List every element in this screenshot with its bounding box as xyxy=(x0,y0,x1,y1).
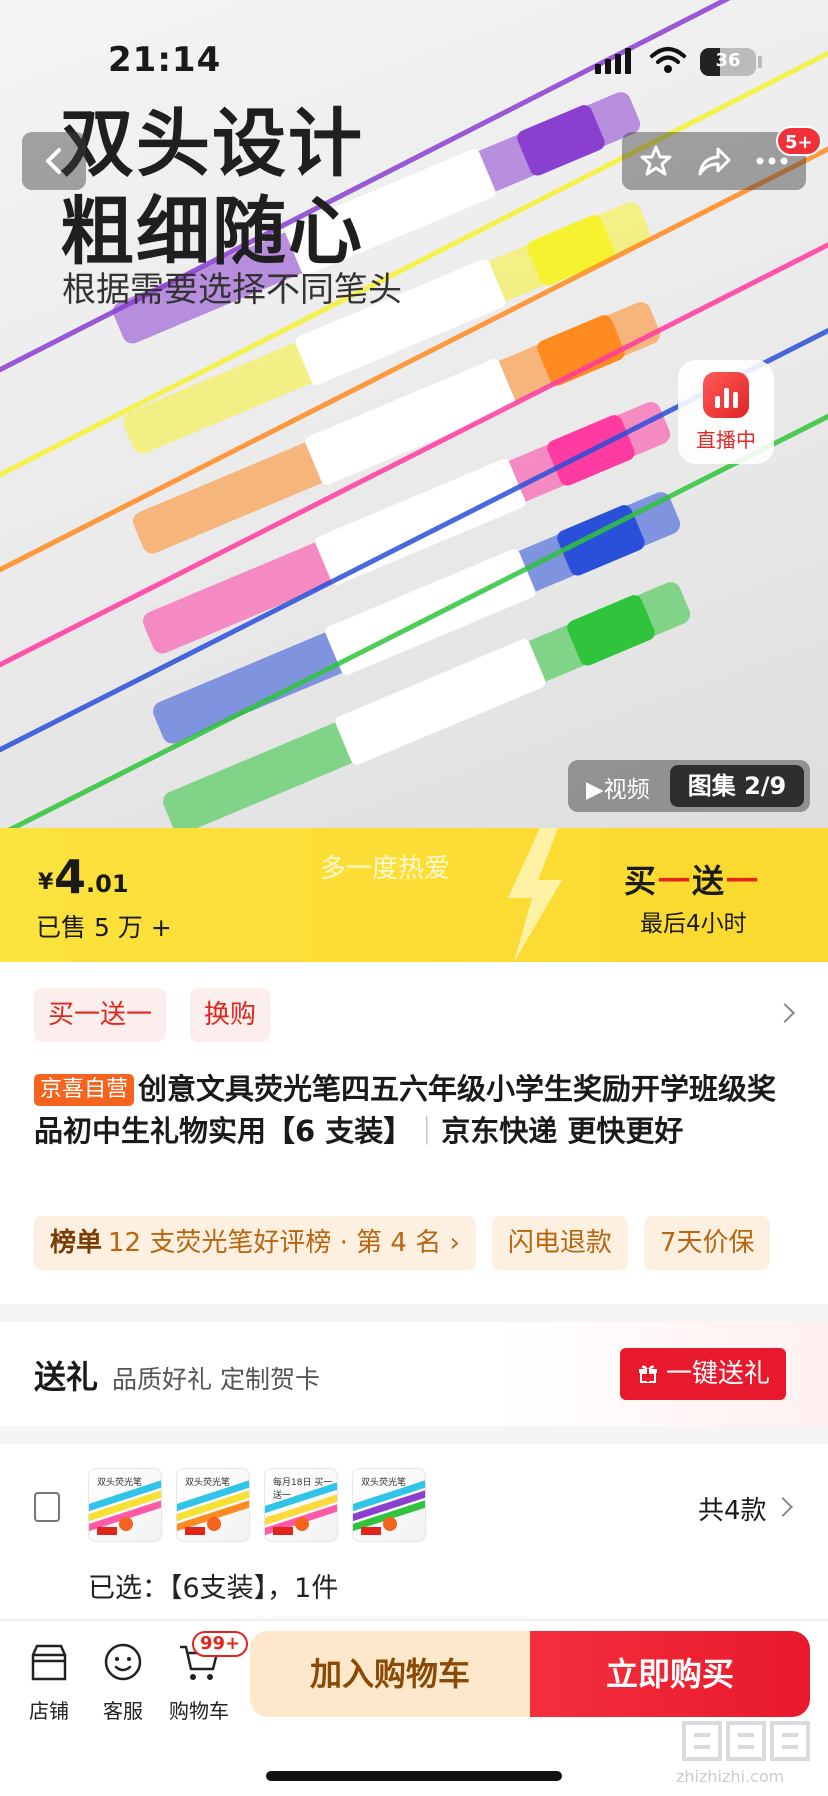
home-indicator xyxy=(266,1771,562,1781)
hero-subtitle: 根据需要选择不同笔头 xyxy=(62,270,402,310)
service-icon xyxy=(104,1643,142,1681)
gift-icon xyxy=(638,1365,657,1383)
variant-thumb[interactable]: 每月18日 买一送一 xyxy=(264,1468,338,1542)
tag-buy-one-get-one[interactable]: 买一送一 xyxy=(34,988,167,1042)
media-toggle: ▶视频 图集 2/9 xyxy=(568,760,810,812)
gift-section: 送礼 品质好礼 定制贺卡 一键送礼 xyxy=(0,1322,828,1426)
back-button[interactable] xyxy=(22,132,86,190)
chevron-left-icon xyxy=(46,148,61,174)
product-image-carousel[interactable]: 双头设计 粗细随心 根据需要选择不同笔头 21:14 36 5+ 直播中 ▶视频… xyxy=(0,0,828,828)
share-button[interactable] xyxy=(694,141,734,181)
product-title: 京喜自营 创意文具荧光笔四五六年级小学生奖励开学班级奖品初中生礼物实用【6 支装】… xyxy=(34,1072,777,1148)
cart-count-badge: 99+ xyxy=(192,1631,249,1657)
price-integer: 4 xyxy=(54,850,87,904)
variant-count[interactable]: 共4款 xyxy=(698,1490,767,1527)
hero-headline: 双头设计 粗细随心 xyxy=(60,101,364,275)
shop-button[interactable]: 店铺 xyxy=(14,1641,84,1724)
product-info-card: 买一送一 换购 京喜自营 创意文具荧光笔四五六年级小学生奖励开学班级奖品初中生礼物… xyxy=(0,962,828,1304)
promo-countdown: 最后4小时 xyxy=(640,911,747,937)
ranking-chip[interactable]: 榜单 12 支荧光笔好评榜 · 第 4 名 › xyxy=(34,1216,476,1270)
service-chips: 榜单 12 支荧光笔好评榜 · 第 4 名 › 闪电退款 7天价保 xyxy=(34,1216,828,1270)
spec-icon xyxy=(34,1492,60,1522)
send-gift-button[interactable]: 一键送礼 xyxy=(620,1348,786,1400)
live-stream-button[interactable]: 直播中 xyxy=(678,360,774,464)
price-decimal: .01 xyxy=(86,870,129,898)
add-to-cart-button[interactable]: 加入购物车 xyxy=(250,1631,530,1717)
gift-title: 送礼 xyxy=(34,1358,99,1396)
status-bar: 21:14 36 xyxy=(0,0,828,120)
video-tab[interactable]: ▶视频 xyxy=(586,770,650,804)
variant-thumb[interactable]: 双头荧光笔 xyxy=(88,1468,162,1542)
message-count-badge: 5+ xyxy=(776,126,822,156)
live-icon xyxy=(703,372,749,418)
tag-exchange[interactable]: 换购 xyxy=(190,988,271,1042)
cellular-signal-icon xyxy=(595,48,631,74)
battery-icon: 36 xyxy=(700,48,756,76)
self-operated-badge: 京喜自营 xyxy=(34,1074,135,1106)
customer-service-button[interactable]: 客服 xyxy=(88,1641,158,1724)
watermark-logo-image xyxy=(682,1721,810,1761)
wifi-icon xyxy=(650,47,686,73)
variant-selector[interactable]: 双头荧光笔 双头荧光笔 每月18日 买一送一 双头荧光笔 共4款 已选：【6支装… xyxy=(0,1444,828,1618)
price-protect-chip[interactable]: 7天价保 xyxy=(643,1216,771,1270)
buy-now-button[interactable]: 立即购买 xyxy=(530,1631,810,1717)
shop-icon xyxy=(31,1644,67,1681)
gallery-tab[interactable]: 图集 2/9 xyxy=(670,765,804,807)
variant-thumb[interactable]: 双头荧光笔 xyxy=(352,1468,426,1542)
sold-count: 已售 5 万 + xyxy=(36,913,172,942)
product-page: 双头设计 粗细随心 根据需要选择不同笔头 21:14 36 5+ 直播中 ▶视频… xyxy=(0,0,828,1796)
price-banner: ¥ 4 .01 已售 5 万 + 多一度热爱 买一送一 最后4小时 xyxy=(0,828,828,962)
currency-symbol: ¥ xyxy=(38,870,54,895)
battery-tip xyxy=(758,56,762,68)
clock: 21:14 xyxy=(108,40,222,80)
gift-subtitle: 品质好礼 定制贺卡 xyxy=(112,1365,320,1394)
lightning-icon xyxy=(508,828,562,962)
watermark-url: zhizhizhi.com xyxy=(676,1767,785,1786)
selected-variant: 已选：【6支装】，1件 xyxy=(88,1573,339,1604)
chevron-right-icon[interactable] xyxy=(773,1497,793,1517)
variant-thumb[interactable]: 双头荧光笔 xyxy=(176,1468,250,1542)
star-icon xyxy=(640,145,672,176)
bottom-action-bar: 店铺 客服 购物车 99+ 加入购物车 立即购买 zhizhizhi.com xyxy=(0,1620,828,1796)
promo-slogan: 多一度热爱 xyxy=(320,854,451,884)
fast-refund-chip[interactable]: 闪电退款 xyxy=(491,1216,628,1270)
chevron-right-icon[interactable] xyxy=(775,1003,795,1023)
more-dots-icon xyxy=(756,157,788,165)
promo-title: 买一送一 xyxy=(624,862,761,900)
live-label: 直播中 xyxy=(696,428,756,452)
share-icon xyxy=(698,147,731,176)
favorite-button[interactable] xyxy=(636,141,676,181)
